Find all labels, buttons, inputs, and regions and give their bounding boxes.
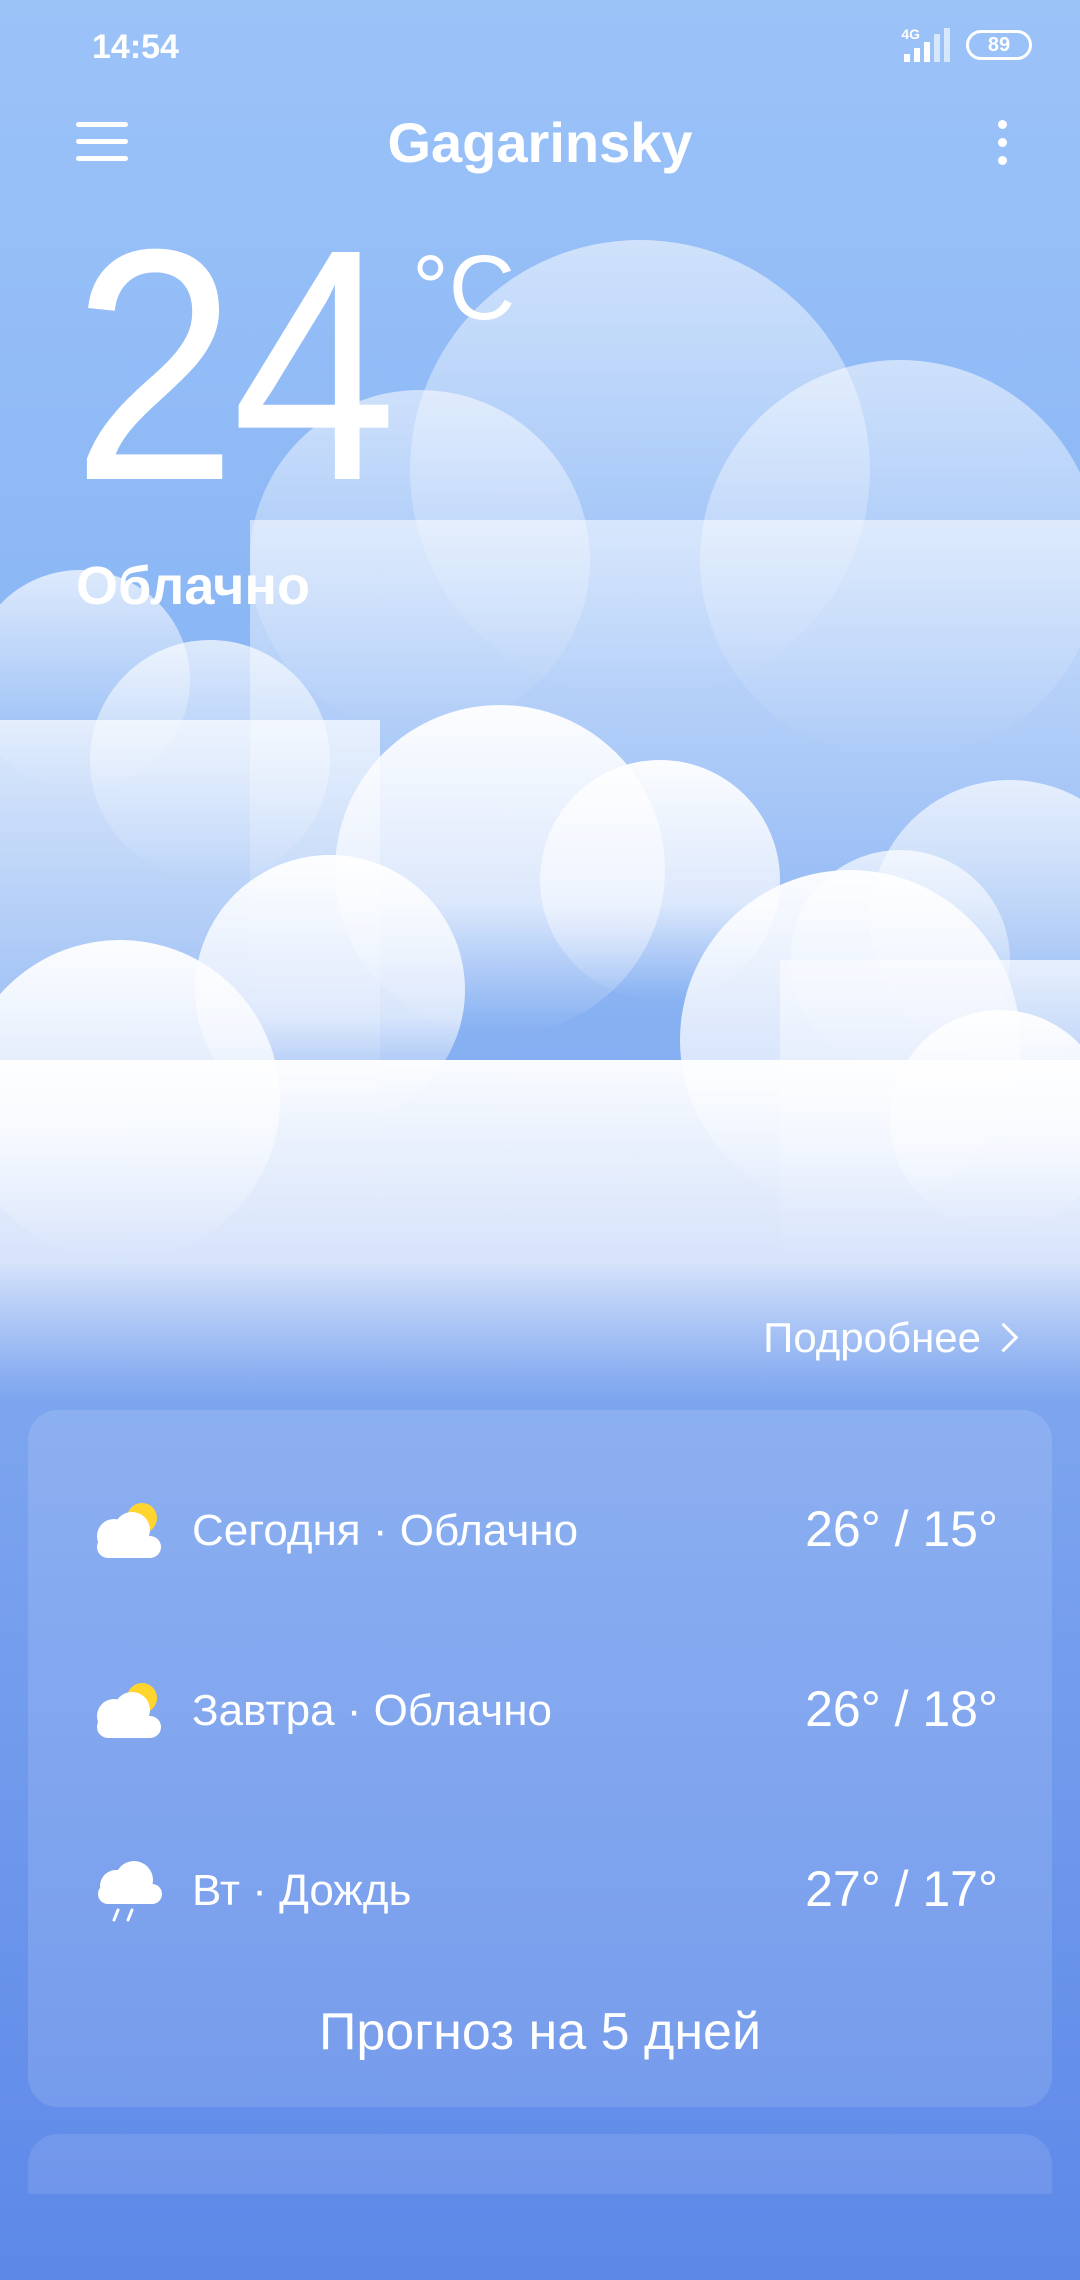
forecast-row-today[interactable]: Сегодня · Облачно 26° / 15°	[28, 1488, 1052, 1588]
current-condition: Облачно	[76, 556, 310, 616]
chevron-right-icon	[988, 1322, 1019, 1353]
partly-cloudy-icon	[97, 1683, 161, 1738]
rain-cloud-icon	[98, 1861, 162, 1922]
forecast-card: Сегодня · Облачно 26° / 15° Завтра · Обл…	[28, 1410, 1052, 2107]
forecast-label: Завтра · Облачно	[192, 1686, 552, 1735]
current-temperature: 24	[72, 180, 397, 549]
forecast-temp-range: 26° / 18°	[805, 1681, 998, 1737]
five-day-forecast-button[interactable]: Прогноз на 5 дней	[28, 2002, 1052, 2062]
details-link-label: Подробнее	[763, 1314, 981, 1361]
status-time: 14:54	[92, 28, 179, 66]
signal-icon	[904, 28, 950, 62]
app-header: Gagarinsky	[0, 100, 1080, 190]
forecast-label: Сегодня · Облачно	[192, 1506, 579, 1555]
forecast-temp-range: 26° / 15°	[805, 1501, 998, 1557]
city-title[interactable]: Gagarinsky	[0, 110, 1080, 175]
battery-indicator: 89	[966, 30, 1032, 60]
forecast-temp-range: 27° / 17°	[805, 1861, 998, 1917]
partly-cloudy-icon	[97, 1503, 161, 1558]
next-card-peek	[28, 2134, 1052, 2194]
details-link[interactable]: Подробнее	[763, 1314, 1019, 1362]
temperature-unit: °C	[412, 237, 516, 339]
forecast-label: Вт · Дождь	[192, 1866, 412, 1915]
forecast-row-tuesday[interactable]: Вт · Дождь 27° / 17°	[28, 1848, 1052, 1948]
forecast-row-tomorrow[interactable]: Завтра · Облачно 26° / 18°	[28, 1668, 1052, 1768]
more-vertical-icon[interactable]	[984, 114, 1020, 170]
status-bar: 14:54 4G 89	[0, 0, 1080, 96]
